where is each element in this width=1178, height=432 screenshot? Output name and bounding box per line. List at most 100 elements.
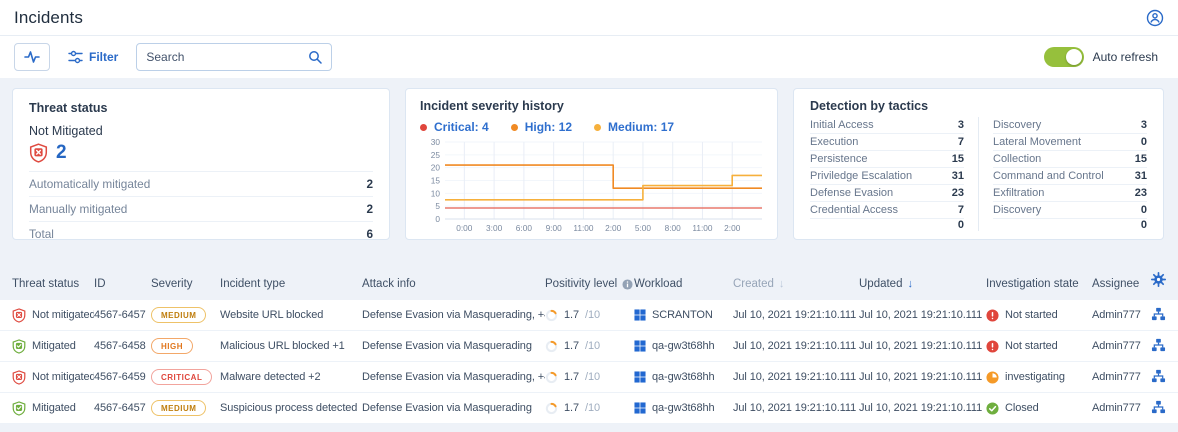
search-icon[interactable] xyxy=(308,50,322,64)
tactic-value: 0 xyxy=(958,219,964,231)
tactics-left: Initial Access3Execution7Persistence15Pr… xyxy=(810,117,978,231)
positivity-scale: /10 xyxy=(585,340,600,352)
incident-id: 4567-6457 xyxy=(94,402,151,414)
threat-row-label: Total xyxy=(29,227,54,240)
table-header: Threat status ID Severity Incident type … xyxy=(0,250,1178,300)
table-body: Not mitigated 4567-6457 MEDIUM Website U… xyxy=(0,300,1178,424)
incident-type[interactable]: Malware detected +2 xyxy=(220,371,362,383)
row-actions-button[interactable] xyxy=(1151,338,1166,355)
row-actions-button[interactable] xyxy=(1151,369,1166,386)
severity-cell: MEDIUM xyxy=(151,307,220,323)
tactic-row[interactable]: Collection15 xyxy=(993,151,1147,168)
info-icon[interactable] xyxy=(622,279,633,290)
attack-info[interactable]: Defense Evasion via Masquerading xyxy=(362,402,545,414)
org-tree-icon xyxy=(1151,307,1166,321)
positivity-value: 1.7 xyxy=(564,309,579,321)
col-attack-info[interactable]: Attack info xyxy=(362,278,545,290)
svg-text:2:00: 2:00 xyxy=(724,223,741,233)
gear-icon xyxy=(1151,272,1166,287)
attack-info[interactable]: Defense Evasion via Masquerading, +4 xyxy=(362,371,545,383)
positivity-value: 1.7 xyxy=(564,340,579,352)
filter-sliders-icon xyxy=(68,50,83,64)
tactics-card: Detection by tactics Initial Access3Exec… xyxy=(793,88,1164,240)
col-threat-status[interactable]: Threat status xyxy=(12,278,94,290)
arc-gauge-icon xyxy=(545,309,558,322)
threat-row-value: 6 xyxy=(366,227,373,240)
threat-status-label: Mitigated xyxy=(32,402,76,414)
tactic-row[interactable]: Credential Access7 xyxy=(810,202,964,219)
investigation-state-cell: Not started xyxy=(986,309,1092,322)
positivity-scale: /10 xyxy=(585,371,600,383)
tactic-row[interactable]: Priviledge Escalation31 xyxy=(810,168,964,185)
not-mitigated-count[interactable]: 2 xyxy=(56,142,67,164)
col-workload[interactable]: Workload xyxy=(634,278,733,290)
threat-status-label: Mitigated xyxy=(32,340,76,352)
positivity-cell: 1.7/10 xyxy=(545,340,634,353)
tactic-row[interactable]: Persistence15 xyxy=(810,151,964,168)
tactic-value: 31 xyxy=(1135,170,1147,182)
tactic-value: 15 xyxy=(1135,153,1147,165)
incident-type[interactable]: Suspicious process detected xyxy=(220,402,362,414)
col-id[interactable]: ID xyxy=(94,278,151,290)
col-incident-type[interactable]: Incident type xyxy=(220,278,362,290)
workload-cell[interactable]: SCRANTON xyxy=(634,309,733,321)
auto-refresh-toggle[interactable] xyxy=(1044,47,1084,67)
assignee: Admin777 xyxy=(1092,371,1144,383)
incident-type[interactable]: Website URL blocked xyxy=(220,309,362,321)
table-row[interactable]: Mitigated 4567-6458 HIGH Malicious URL b… xyxy=(0,331,1178,362)
search-input[interactable] xyxy=(146,50,308,64)
col-created[interactable]: Created ↓ xyxy=(733,278,859,290)
workload-cell[interactable]: qa-gw3t68hh xyxy=(634,371,733,383)
threat-row-value: 2 xyxy=(366,202,373,216)
tactic-row[interactable]: Lateral Movement0 xyxy=(993,134,1147,151)
threat-status-cell: Mitigated xyxy=(12,401,94,416)
assignee: Admin777 xyxy=(1092,340,1144,352)
positivity-cell: 1.7/10 xyxy=(545,309,634,322)
tactic-row[interactable]: Discovery0 xyxy=(993,202,1147,219)
toolbar: Filter Auto refresh xyxy=(0,36,1178,78)
activity-button[interactable] xyxy=(14,43,50,71)
col-assignee[interactable]: Assignee xyxy=(1092,278,1144,290)
table-row[interactable]: Not mitigated 4567-6457 MEDIUM Website U… xyxy=(0,300,1178,331)
filter-button[interactable]: Filter xyxy=(68,50,118,64)
created-cell: Jul 10, 2021 19:21:10.111 xyxy=(733,371,859,383)
table-settings-button[interactable] xyxy=(1151,272,1166,290)
tactic-row[interactable]: Exfiltration23 xyxy=(993,185,1147,202)
col-positivity-label: Positivity level xyxy=(545,278,617,290)
incident-type[interactable]: Malicious URL blocked +1 xyxy=(220,340,362,352)
legend-item[interactable]: Medium: 17 xyxy=(594,120,674,134)
row-actions-button[interactable] xyxy=(1151,307,1166,324)
col-severity[interactable]: Severity xyxy=(151,278,220,290)
incident-id: 4567-6457 xyxy=(94,309,151,321)
severity-cell: HIGH xyxy=(151,338,220,354)
created-cell: Jul 10, 2021 19:21:10.111 xyxy=(733,309,859,321)
threat-status-icon xyxy=(12,401,26,416)
account-button[interactable] xyxy=(1146,9,1164,27)
attack-info[interactable]: Defense Evasion via Masquerading, +4 xyxy=(362,309,545,321)
col-investigation-state[interactable]: Investigation state xyxy=(986,278,1092,290)
severity-history-card: Incident severity history Critical: 4Hig… xyxy=(405,88,778,240)
row-actions-button[interactable] xyxy=(1151,400,1166,417)
col-positivity-level[interactable]: Positivity level xyxy=(545,278,634,290)
tactic-row[interactable]: Discovery3 xyxy=(993,117,1147,134)
workload-cell[interactable]: qa-gw3t68hh xyxy=(634,340,733,352)
arc-gauge-icon xyxy=(545,402,558,415)
legend-item[interactable]: Critical: 4 xyxy=(420,120,489,134)
investigation-state-icon xyxy=(986,340,999,353)
tactic-row[interactable]: Command and Control31 xyxy=(993,168,1147,185)
workload-name: qa-gw3t68hh xyxy=(652,402,715,414)
svg-text:0: 0 xyxy=(435,214,440,224)
tactic-row[interactable]: Execution7 xyxy=(810,134,964,151)
col-updated[interactable]: Updated ↓ xyxy=(859,278,986,290)
table-row[interactable]: Not mitigated 4567-6459 CRITICAL Malware… xyxy=(0,362,1178,393)
workload-cell[interactable]: qa-gw3t68hh xyxy=(634,402,733,414)
tactic-row[interactable]: Initial Access3 xyxy=(810,117,964,134)
severity-history-chart: 0510152025300:003:006:009:0011:002:005:0… xyxy=(420,137,765,237)
attack-info[interactable]: Defense Evasion via Masquerading xyxy=(362,340,545,352)
legend-item[interactable]: High: 12 xyxy=(511,120,572,134)
tactic-row[interactable]: Defense Evasion23 xyxy=(810,185,964,202)
table-row[interactable]: Mitigated 4567-6457 MEDIUM Suspicious pr… xyxy=(0,393,1178,424)
tactic-value: 7 xyxy=(958,204,964,216)
chart-legend: Critical: 4 High: 12 Medium: 17 xyxy=(420,120,763,134)
svg-text:30: 30 xyxy=(431,137,441,147)
